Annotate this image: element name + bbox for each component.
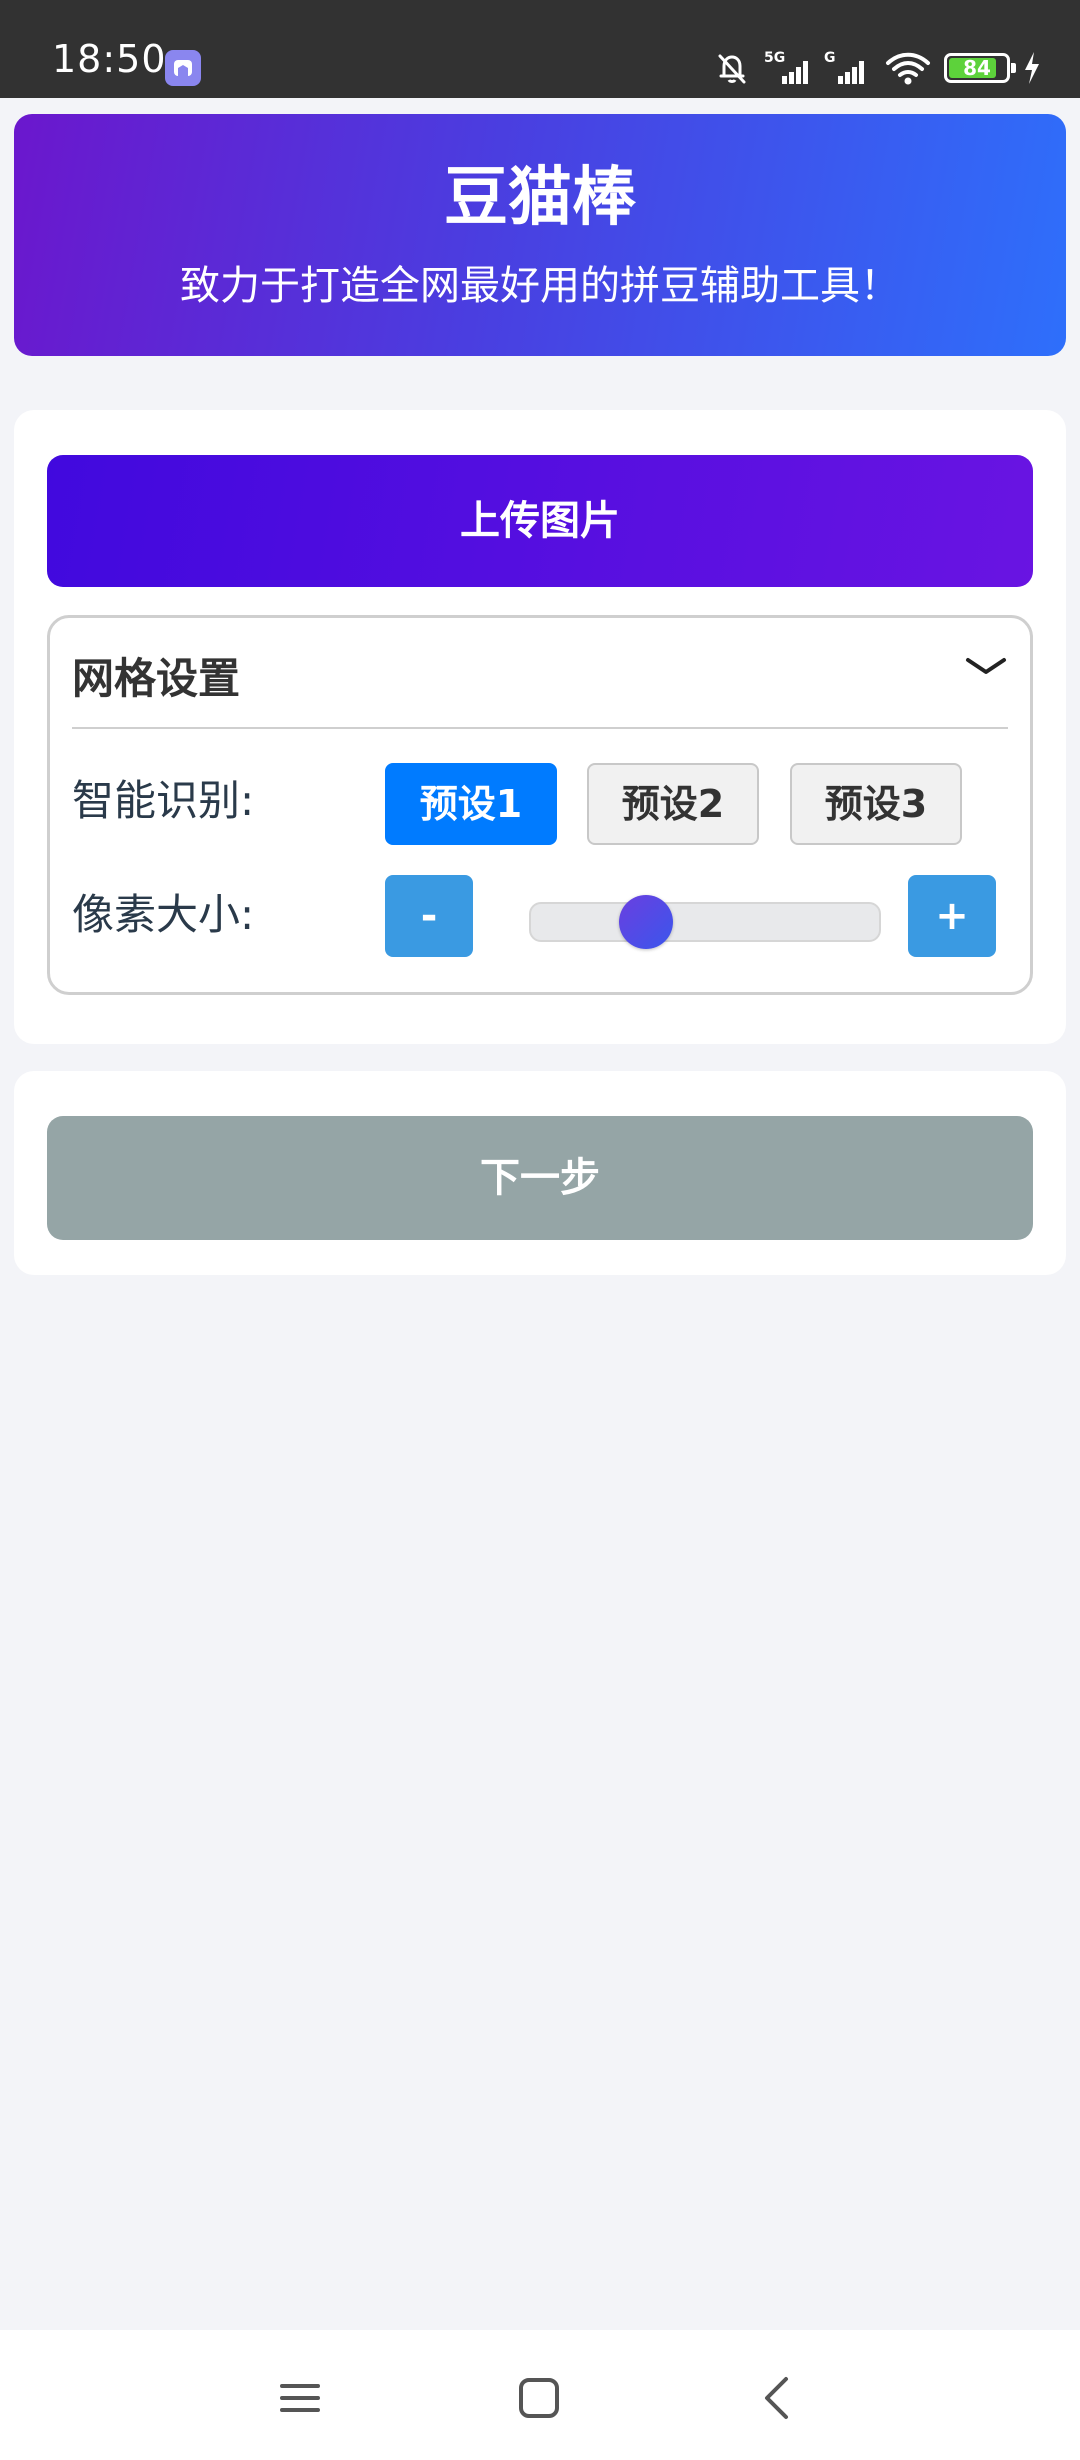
app-header: 豆猫棒 致力于打造全网最好用的拼豆辅助工具！ [14, 114, 1066, 356]
next-step-card: 下一步 [14, 1071, 1066, 1275]
pixel-size-slider[interactable] [529, 895, 881, 949]
preset-1-button[interactable]: 预设1 [385, 763, 557, 845]
bell-off-icon [718, 54, 746, 84]
next-step-button[interactable]: 下一步 [47, 1116, 1033, 1240]
signal-g-icon: G [824, 50, 864, 84]
grid-settings-title[interactable]: 网格设置 [72, 658, 240, 700]
grid-settings-divider [72, 727, 1008, 729]
pixel-size-increase-button[interactable]: + [908, 875, 996, 957]
status-time: 18:50 [52, 37, 167, 81]
pixel-size-slider-thumb[interactable] [619, 895, 673, 949]
status-bar: 18:50 5G G 84 [0, 0, 1080, 98]
upload-card: 上传图片 网格设置 智能识别: 预设1 预设2 预设3 像素大小: - + [14, 410, 1066, 1044]
app-title: 豆猫棒 [444, 161, 636, 235]
wifi-icon [886, 52, 930, 85]
charging-icon [1025, 52, 1039, 84]
back-icon[interactable] [754, 2374, 802, 2422]
svg-text:G: G [824, 50, 836, 66]
pixel-size-label: 像素大小: [72, 890, 255, 939]
navigation-bar [0, 2330, 1080, 2460]
pixel-size-decrease-button[interactable]: - [385, 875, 473, 957]
app-subtitle: 致力于打造全网最好用的拼豆辅助工具！ [180, 263, 900, 309]
preset-3-button[interactable]: 预设3 [790, 763, 962, 845]
menu-icon[interactable] [276, 2374, 324, 2422]
chevron-down-icon[interactable] [964, 654, 1008, 680]
grid-settings-panel: 网格设置 智能识别: 预设1 预设2 预设3 像素大小: - + [47, 615, 1033, 995]
battery-icon: 84 [944, 53, 1016, 83]
upload-image-button[interactable]: 上传图片 [47, 455, 1033, 587]
app-notification-icon [165, 50, 201, 86]
home-icon[interactable] [515, 2374, 563, 2422]
signal-5g-icon: 5G [764, 50, 808, 84]
svg-text:5G: 5G [764, 50, 785, 66]
battery-level: 84 [963, 56, 991, 80]
status-icons: 5G G 84 [712, 44, 1042, 92]
preset-2-button[interactable]: 预设2 [587, 763, 759, 845]
smart-recognition-label: 智能识别: [72, 776, 255, 825]
